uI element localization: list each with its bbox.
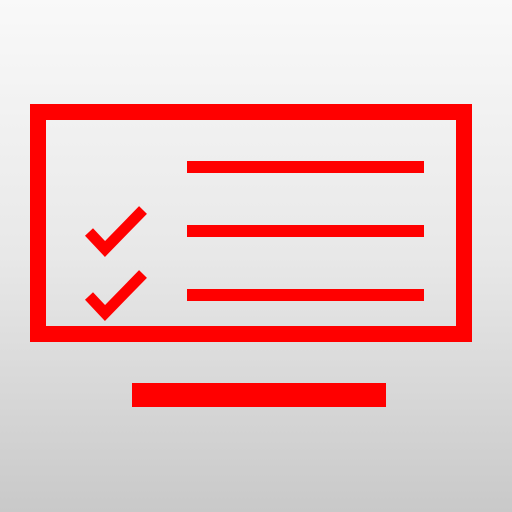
checkmark-icon	[84, 270, 147, 321]
checkmarks	[84, 206, 147, 321]
checklist-lines	[187, 161, 424, 301]
monitor-stand	[132, 383, 386, 407]
checklist-line-3	[187, 289, 424, 301]
app-icon	[0, 0, 512, 512]
checklist-line-2	[187, 225, 424, 237]
checkmark-icon	[84, 206, 147, 257]
tv-checklist-icon	[30, 104, 472, 407]
checklist-line-1	[187, 161, 424, 173]
